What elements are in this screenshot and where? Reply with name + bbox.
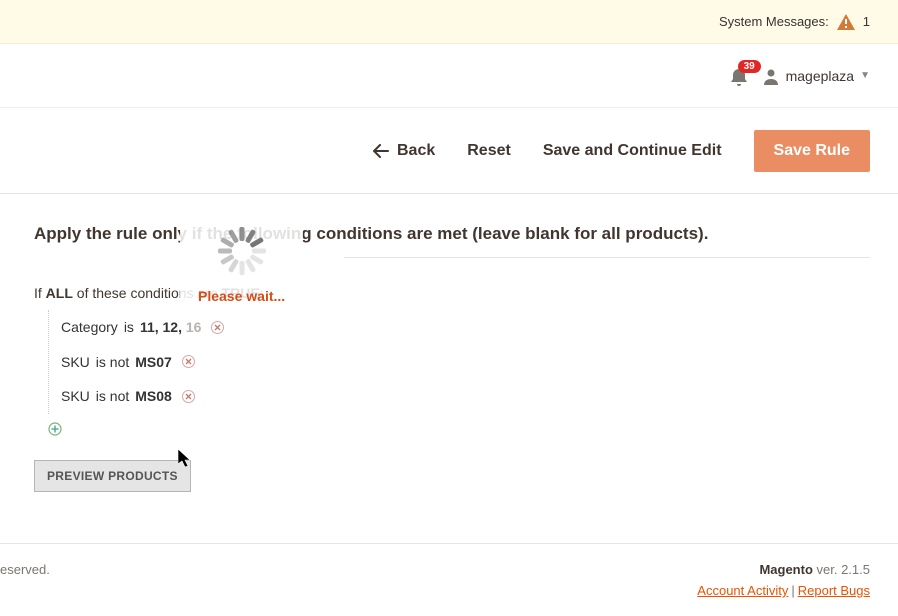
condition-val[interactable]: 11, 12, 16 xyxy=(140,316,202,338)
add-condition-icon[interactable] xyxy=(48,422,62,436)
username-label: mageplaza xyxy=(786,68,855,84)
arrow-left-icon xyxy=(373,144,389,158)
system-messages-bar: System Messages: 1 xyxy=(0,0,898,44)
system-messages-label: System Messages: xyxy=(719,14,829,29)
condition-op[interactable]: is xyxy=(124,316,134,338)
condition-attr[interactable]: Category xyxy=(61,316,118,338)
condition-op[interactable]: is not xyxy=(96,385,129,407)
content-area: Apply the rule only if the following con… xyxy=(0,194,898,492)
remove-condition-icon[interactable] xyxy=(182,390,195,403)
footer: eserved. Magento ver. 2.1.5 Account Acti… xyxy=(0,543,898,616)
condition-val[interactable]: MS07 xyxy=(135,351,172,373)
rule-prefix: If xyxy=(34,285,42,301)
account-activity-link[interactable]: Account Activity xyxy=(697,583,788,598)
footer-right: Magento ver. 2.1.5 Account Activity|Repo… xyxy=(697,562,870,598)
notifications-button[interactable]: 39 xyxy=(730,66,748,86)
condition-attr[interactable]: SKU xyxy=(61,351,90,373)
condition-attr[interactable]: SKU xyxy=(61,385,90,407)
warning-icon xyxy=(837,14,855,30)
save-continue-button[interactable]: Save and Continue Edit xyxy=(543,142,722,160)
condition-row: Category is 11, 12, 16 xyxy=(61,310,870,344)
remove-condition-icon[interactable] xyxy=(211,321,224,334)
reset-button[interactable]: Reset xyxy=(467,142,511,160)
condition-val[interactable]: MS08 xyxy=(135,385,172,407)
user-bar: 39 mageplaza ▼ xyxy=(0,44,898,108)
condition-row: SKU is not MS07 xyxy=(61,345,870,379)
system-messages-count[interactable]: 1 xyxy=(863,14,870,29)
back-button[interactable]: Back xyxy=(373,142,435,160)
footer-version: ver. 2.1.5 xyxy=(817,562,870,577)
report-bugs-link[interactable]: Report Bugs xyxy=(798,583,870,598)
conditions-root: If ALL of these conditions are TRUE: Cat… xyxy=(34,282,870,442)
footer-left: eserved. xyxy=(0,562,50,577)
user-menu[interactable]: mageplaza ▼ xyxy=(762,67,870,85)
rule-middle: of these conditions are xyxy=(77,285,218,301)
footer-brand: Magento xyxy=(759,562,812,577)
action-bar: Back Reset Save and Continue Edit Save R… xyxy=(0,108,898,194)
user-icon xyxy=(762,67,780,85)
notifications-badge: 39 xyxy=(738,60,761,73)
conditions-tree: Category is 11, 12, 16 SKU is not MS07 S… xyxy=(48,310,870,413)
title-underline xyxy=(344,257,870,258)
chevron-down-icon: ▼ xyxy=(860,70,870,81)
condition-op[interactable]: is not xyxy=(96,351,129,373)
remove-condition-icon[interactable] xyxy=(182,355,195,368)
rule-value[interactable]: TRUE xyxy=(222,285,260,301)
back-label: Back xyxy=(397,142,435,160)
preview-products-button[interactable]: PREVIEW PRODUCTS xyxy=(34,460,191,492)
section-title: Apply the rule only if the following con… xyxy=(34,224,870,258)
condition-row: SKU is not MS08 xyxy=(61,379,870,413)
rule-aggregator[interactable]: ALL xyxy=(46,285,73,301)
save-rule-button[interactable]: Save Rule xyxy=(754,130,870,172)
